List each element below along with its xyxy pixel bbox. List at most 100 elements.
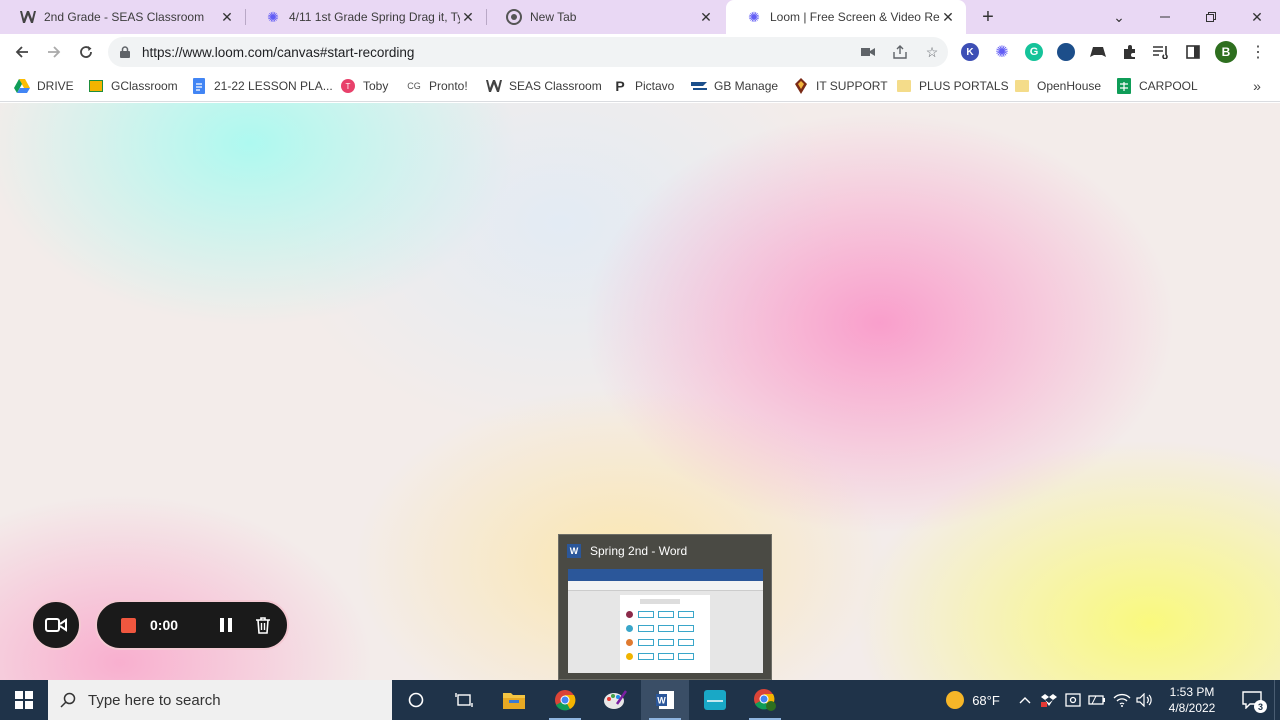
word-icon: W bbox=[656, 691, 674, 709]
extensions-puzzle-icon[interactable] bbox=[1120, 42, 1140, 62]
grammarly-icon[interactable]: G bbox=[1024, 42, 1044, 62]
paint-palette-icon bbox=[604, 690, 627, 709]
w-logo-icon bbox=[486, 78, 502, 94]
cortana-button[interactable] bbox=[392, 680, 440, 720]
tab-label: Loom | Free Screen & Video Reco bbox=[770, 10, 940, 24]
k-extension-icon[interactable]: K bbox=[960, 42, 980, 62]
bookmark-pronto[interactable]: CG Pronto! bbox=[406, 76, 468, 96]
reading-list-icon[interactable] bbox=[1151, 42, 1171, 62]
folder-icon bbox=[1014, 78, 1030, 94]
close-tab-icon[interactable]: ✕ bbox=[698, 9, 714, 25]
task-view-button[interactable] bbox=[440, 680, 488, 720]
paint-app-button[interactable] bbox=[591, 680, 639, 720]
show-desktop-button[interactable] bbox=[1274, 680, 1280, 720]
bookmark-label: DRIVE bbox=[37, 79, 74, 93]
meet-now-tray-icon[interactable] bbox=[1062, 680, 1084, 720]
star-icon[interactable]: ☆ bbox=[916, 44, 948, 61]
bookmark-carpool[interactable]: CARPOOL bbox=[1116, 76, 1198, 96]
battery-tray-icon[interactable] bbox=[1086, 680, 1108, 720]
taskbar-search-box[interactable]: Type here to search bbox=[48, 680, 392, 720]
file-explorer-button[interactable] bbox=[490, 680, 538, 720]
preview-thumbnail bbox=[568, 569, 763, 673]
weather-widget[interactable]: 68°F bbox=[940, 680, 1006, 720]
dropbox-tray-icon[interactable] bbox=[1038, 680, 1060, 720]
new-tab-button[interactable]: + bbox=[976, 5, 1000, 29]
profile-avatar[interactable]: B bbox=[1215, 41, 1237, 63]
reload-button[interactable] bbox=[72, 38, 100, 66]
bookmark-gb-manage[interactable]: GB Manage bbox=[691, 76, 778, 96]
bookmarks-overflow-button[interactable]: » bbox=[1248, 76, 1266, 96]
chrome-profile-taskbar-button[interactable] bbox=[741, 680, 789, 720]
camera-icon[interactable] bbox=[852, 47, 884, 57]
drive-icon bbox=[14, 78, 30, 94]
word-taskbar-button[interactable]: W bbox=[641, 680, 689, 720]
cortana-icon bbox=[408, 692, 424, 708]
clock-date: 4/8/2022 bbox=[1168, 701, 1216, 715]
pause-button[interactable] bbox=[218, 617, 234, 633]
folder-icon bbox=[503, 693, 525, 709]
close-tab-icon[interactable]: ✕ bbox=[940, 9, 956, 25]
wifi-tray-icon[interactable] bbox=[1110, 680, 1134, 720]
start-button[interactable] bbox=[0, 680, 48, 720]
bookmark-label: PLUS PORTALS bbox=[919, 79, 1009, 93]
volume-tray-icon[interactable] bbox=[1134, 680, 1156, 720]
close-tab-icon[interactable]: ✕ bbox=[460, 9, 476, 25]
preview-title-text: Spring 2nd - Word bbox=[590, 544, 688, 558]
bookmark-pictavo[interactable]: P Pictavo bbox=[612, 76, 674, 96]
tab-strip: 2nd Grade - SEAS Classroom ✕ ✺ 4/11 1st … bbox=[0, 0, 1280, 34]
bookmark-label: Pronto! bbox=[429, 79, 468, 93]
close-window-button[interactable]: ✕ bbox=[1234, 0, 1280, 34]
show-hidden-icons-button[interactable] bbox=[1014, 680, 1036, 720]
clock-time: 1:53 PM bbox=[1169, 685, 1215, 699]
gb-icon bbox=[691, 78, 707, 94]
bookmark-label: GClassroom bbox=[111, 79, 178, 93]
loom-extension-icon[interactable]: ✺ bbox=[992, 42, 1012, 62]
screencastify-icon[interactable] bbox=[1056, 42, 1076, 62]
tab-search-icon[interactable]: ⌄ bbox=[1096, 0, 1142, 34]
tab-new-tab[interactable]: New Tab ✕ bbox=[486, 0, 724, 34]
gamepad-extension-icon[interactable] bbox=[1088, 42, 1108, 62]
minimize-button[interactable] bbox=[1142, 0, 1188, 34]
address-bar[interactable]: https://www.loom.com/canvas#start-record… bbox=[108, 37, 948, 67]
chrome-taskbar-button[interactable] bbox=[541, 680, 589, 720]
bookmark-openhouse[interactable]: OpenHouse bbox=[1014, 76, 1101, 96]
stop-recording-button[interactable] bbox=[121, 617, 136, 633]
tab-label: New Tab bbox=[530, 10, 577, 24]
camera-toggle-button[interactable] bbox=[31, 600, 81, 650]
lock-icon bbox=[120, 46, 134, 58]
windows-taskbar: Type here to search W 68°F 1:53 PM 4/8/2… bbox=[0, 680, 1280, 720]
tab-loom[interactable]: ✺ Loom | Free Screen & Video Reco ✕ bbox=[726, 0, 966, 34]
bookmark-it-support[interactable]: IT SUPPORT bbox=[793, 76, 888, 96]
sun-icon bbox=[946, 691, 965, 709]
delete-recording-button[interactable] bbox=[254, 616, 272, 634]
bookmark-lesson-plans[interactable]: 21-22 LESSON PLA... bbox=[191, 76, 333, 96]
tab-label: 2nd Grade - SEAS Classroom bbox=[44, 10, 205, 24]
restore-button[interactable] bbox=[1188, 0, 1234, 34]
system-clock[interactable]: 1:53 PM 4/8/2022 bbox=[1160, 684, 1224, 716]
bookmark-label: GB Manage bbox=[714, 79, 779, 93]
chrome-icon bbox=[555, 690, 576, 711]
action-center-button[interactable]: 3 bbox=[1232, 680, 1272, 720]
bookmark-label: IT SUPPORT bbox=[816, 79, 888, 93]
side-panel-icon[interactable] bbox=[1183, 42, 1203, 62]
tab-spring-drag[interactable]: ✺ 4/11 1st Grade Spring Drag it, Ty ✕ bbox=[245, 0, 486, 34]
menu-icon[interactable]: ⋮ bbox=[1248, 42, 1268, 62]
nearpod-button[interactable] bbox=[691, 680, 739, 720]
tab-seas-classroom[interactable]: 2nd Grade - SEAS Classroom ✕ bbox=[0, 0, 245, 34]
bookmark-drive[interactable]: DRIVE bbox=[14, 76, 74, 96]
word-taskbar-preview[interactable]: W Spring 2nd - Word bbox=[558, 534, 772, 680]
bookmark-label: OpenHouse bbox=[1037, 79, 1102, 93]
bookmark-seas-classroom[interactable]: SEAS Classroom bbox=[486, 76, 602, 96]
bookmark-plus-portals[interactable]: PLUS PORTALS bbox=[896, 76, 1009, 96]
forward-button[interactable] bbox=[40, 38, 68, 66]
share-icon[interactable] bbox=[884, 45, 916, 59]
bookmark-gclassroom[interactable]: GClassroom bbox=[88, 76, 178, 96]
pictavo-icon: P bbox=[615, 78, 625, 94]
bookmark-label: Pictavo bbox=[635, 79, 675, 93]
pronto-icon: CG bbox=[407, 81, 421, 91]
back-button[interactable] bbox=[8, 38, 36, 66]
close-tab-icon[interactable]: ✕ bbox=[219, 9, 235, 25]
url-text: https://www.loom.com/canvas#start-record… bbox=[142, 44, 415, 60]
bookmark-toby[interactable]: T Toby bbox=[340, 76, 388, 96]
loom-icon: ✺ bbox=[748, 8, 760, 25]
